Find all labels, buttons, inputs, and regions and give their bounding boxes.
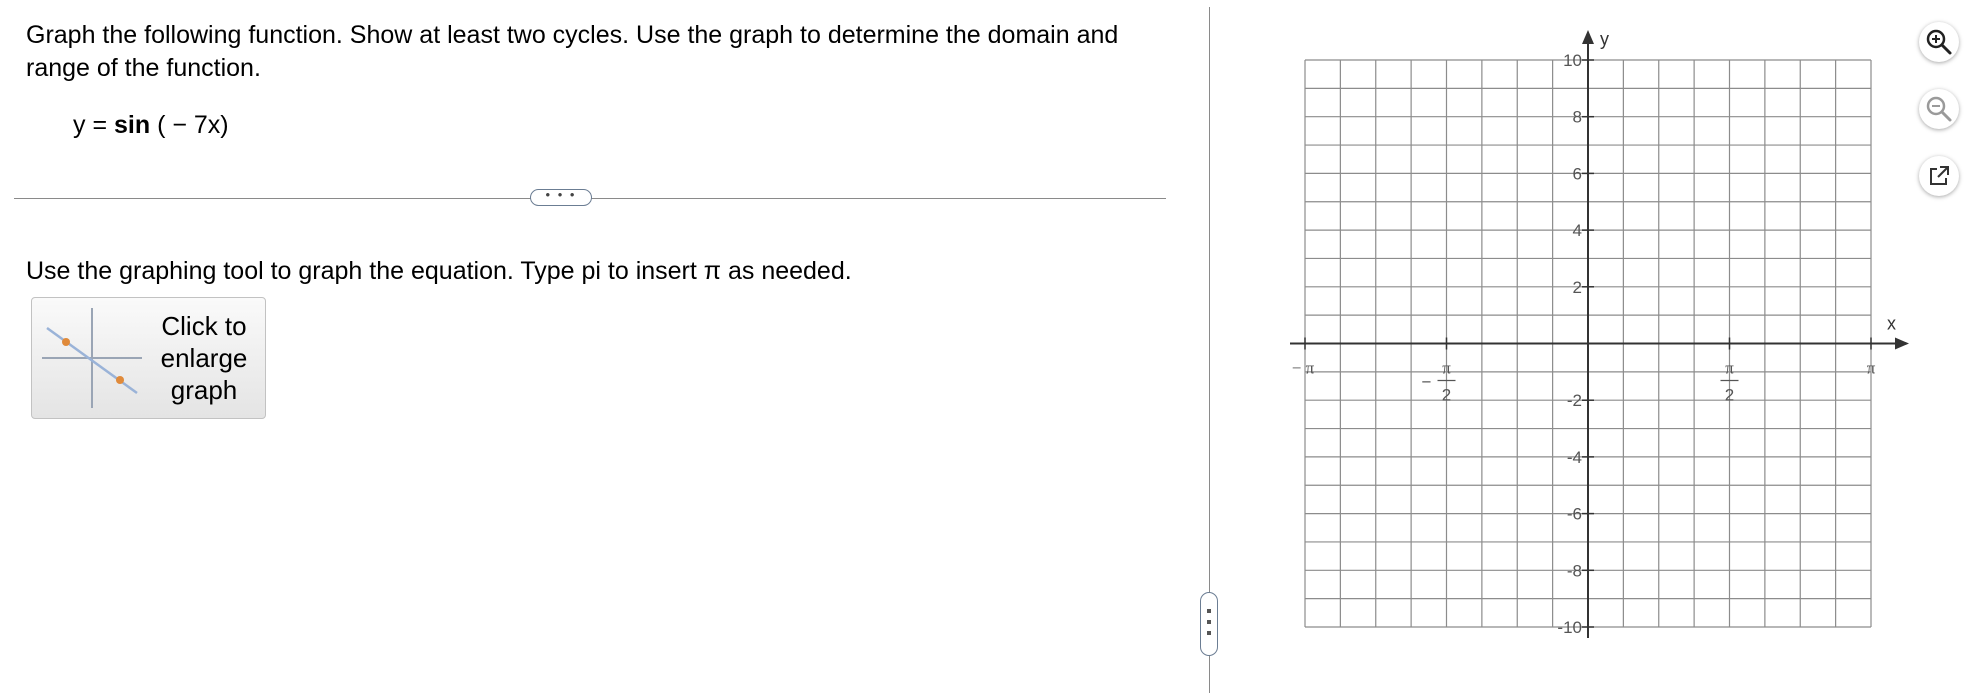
- zoom-out-icon: [1926, 96, 1952, 122]
- x-tick-label-numerator: π: [1725, 359, 1734, 378]
- x-tick-label: π: [1867, 359, 1876, 378]
- x-tick-label-denominator: 2: [1725, 386, 1734, 405]
- popout-button[interactable]: [1919, 156, 1959, 196]
- y-tick-label: 10: [1563, 51, 1582, 70]
- zoom-in-icon: [1926, 29, 1952, 55]
- zoom-in-button[interactable]: [1919, 22, 1959, 62]
- x-tick-label-sign: −: [1422, 373, 1432, 392]
- zoom-out-button[interactable]: [1919, 89, 1959, 129]
- equation-argument: ( − 7x): [150, 111, 229, 139]
- y-tick-label: -8: [1567, 561, 1582, 580]
- question-text: Graph the following function. Show at le…: [26, 21, 1119, 82]
- enlarge-graph-label: Click to enlarge graph: [160, 311, 248, 405]
- equation-lhs: y =: [73, 111, 114, 139]
- equation: y = sin ( − 7x): [73, 111, 229, 140]
- y-tick-label: -10: [1557, 618, 1582, 637]
- y-tick-label: 6: [1573, 164, 1582, 183]
- x-tick-label-denominator: 2: [1442, 386, 1451, 405]
- y-tick-label: -4: [1567, 448, 1582, 467]
- y-tick-label: 8: [1573, 108, 1582, 127]
- graph-canvas[interactable]: 108642-2-4-6-8-10− π π2−π2π x y: [1270, 18, 1910, 638]
- panel-resize-handle[interactable]: [1200, 592, 1218, 656]
- y-tick-label: -6: [1567, 505, 1582, 524]
- enlarge-graph-button[interactable]: Click to enlarge graph: [31, 297, 266, 419]
- collapse-pill-button[interactable]: • • •: [530, 188, 592, 206]
- graph-axes: [1290, 30, 1909, 638]
- y-tick-label: 4: [1573, 221, 1582, 240]
- x-tick-label: − π: [1292, 359, 1315, 378]
- graph-thumbnail-icon: [42, 308, 142, 408]
- x-tick-label-numerator: π: [1442, 359, 1451, 378]
- instruction-text: Use the graphing tool to graph the equat…: [26, 257, 852, 285]
- external-link-icon: [1930, 166, 1949, 185]
- y-axis-arrow-icon: [1582, 30, 1594, 44]
- y-tick-label: -2: [1567, 391, 1582, 410]
- x-axis-label: x: [1887, 314, 1896, 334]
- vertical-divider: [1209, 7, 1210, 693]
- x-axis-arrow-icon: [1895, 337, 1909, 350]
- equation-function: sin: [114, 111, 151, 139]
- y-tick-label: 2: [1573, 278, 1582, 297]
- y-axis-label: y: [1600, 29, 1609, 49]
